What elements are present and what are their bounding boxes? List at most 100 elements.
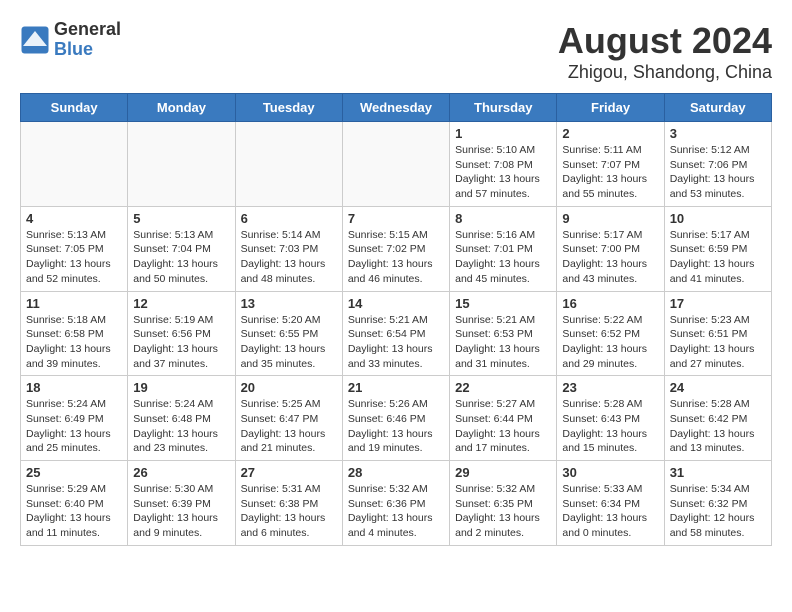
day-number: 28	[348, 465, 444, 480]
day-info: Sunrise: 5:33 AM Sunset: 6:34 PM Dayligh…	[562, 482, 658, 541]
calendar-cell: 5 Sunrise: 5:13 AM Sunset: 7:04 PM Daylig…	[128, 206, 235, 291]
day-number: 9	[562, 211, 658, 226]
day-number: 19	[133, 380, 229, 395]
day-number: 31	[670, 465, 766, 480]
calendar-cell: 24 Sunrise: 5:28 AM Sunset: 6:42 PM Dayli…	[664, 376, 771, 461]
day-number: 23	[562, 380, 658, 395]
day-number: 12	[133, 296, 229, 311]
day-info: Sunrise: 5:26 AM Sunset: 6:46 PM Dayligh…	[348, 397, 444, 456]
calendar-cell: 9 Sunrise: 5:17 AM Sunset: 7:00 PM Daylig…	[557, 206, 664, 291]
calendar-cell: 31 Sunrise: 5:34 AM Sunset: 6:32 PM Dayli…	[664, 461, 771, 546]
day-info: Sunrise: 5:10 AM Sunset: 7:08 PM Dayligh…	[455, 143, 551, 202]
calendar-cell	[342, 122, 449, 207]
calendar-cell: 30 Sunrise: 5:33 AM Sunset: 6:34 PM Dayli…	[557, 461, 664, 546]
logo-blue-text: Blue	[54, 40, 121, 60]
day-number: 13	[241, 296, 337, 311]
day-info: Sunrise: 5:25 AM Sunset: 6:47 PM Dayligh…	[241, 397, 337, 456]
day-number: 26	[133, 465, 229, 480]
calendar-cell: 7 Sunrise: 5:15 AM Sunset: 7:02 PM Daylig…	[342, 206, 449, 291]
calendar-cell: 18 Sunrise: 5:24 AM Sunset: 6:49 PM Dayli…	[21, 376, 128, 461]
day-number: 15	[455, 296, 551, 311]
day-info: Sunrise: 5:17 AM Sunset: 6:59 PM Dayligh…	[670, 228, 766, 287]
title-block: August 2024 Zhigou, Shandong, China	[558, 20, 772, 83]
day-number: 16	[562, 296, 658, 311]
weekday-header-row: SundayMondayTuesdayWednesdayThursdayFrid…	[21, 94, 772, 122]
day-info: Sunrise: 5:13 AM Sunset: 7:05 PM Dayligh…	[26, 228, 122, 287]
calendar-cell: 25Sunrise: 5:29 AM Sunset: 6:40 PM Dayli…	[21, 461, 128, 546]
calendar-title: August 2024	[558, 20, 772, 62]
day-info: Sunrise: 5:21 AM Sunset: 6:53 PM Dayligh…	[455, 313, 551, 372]
calendar-cell: 15 Sunrise: 5:21 AM Sunset: 6:53 PM Dayli…	[450, 291, 557, 376]
day-info: Sunrise: 5:23 AM Sunset: 6:51 PM Dayligh…	[670, 313, 766, 372]
calendar-cell: 13 Sunrise: 5:20 AM Sunset: 6:55 PM Dayli…	[235, 291, 342, 376]
calendar-cell: 10 Sunrise: 5:17 AM Sunset: 6:59 PM Dayli…	[664, 206, 771, 291]
day-number: 3	[670, 126, 766, 141]
day-info: Sunrise: 5:28 AM Sunset: 6:42 PM Dayligh…	[670, 397, 766, 456]
calendar-table: SundayMondayTuesdayWednesdayThursdayFrid…	[20, 93, 772, 546]
calendar-cell	[21, 122, 128, 207]
calendar-cell: 22Sunrise: 5:27 AM Sunset: 6:44 PM Dayli…	[450, 376, 557, 461]
day-info: Sunrise: 5:31 AM Sunset: 6:38 PM Dayligh…	[241, 482, 337, 541]
calendar-week-row: 25Sunrise: 5:29 AM Sunset: 6:40 PM Dayli…	[21, 461, 772, 546]
day-number: 27	[241, 465, 337, 480]
calendar-cell: 26Sunrise: 5:30 AM Sunset: 6:39 PM Dayli…	[128, 461, 235, 546]
logo-general-text: General	[54, 20, 121, 40]
calendar-cell: 21 Sunrise: 5:26 AM Sunset: 6:46 PM Dayli…	[342, 376, 449, 461]
calendar-week-row: 11 Sunrise: 5:18 AM Sunset: 6:58 PM Dayli…	[21, 291, 772, 376]
day-number: 7	[348, 211, 444, 226]
calendar-cell: 8 Sunrise: 5:16 AM Sunset: 7:01 PM Daylig…	[450, 206, 557, 291]
calendar-cell: 11 Sunrise: 5:18 AM Sunset: 6:58 PM Dayli…	[21, 291, 128, 376]
day-number: 8	[455, 211, 551, 226]
day-number: 21	[348, 380, 444, 395]
day-info: Sunrise: 5:17 AM Sunset: 7:00 PM Dayligh…	[562, 228, 658, 287]
calendar-cell: 23 Sunrise: 5:28 AM Sunset: 6:43 PM Dayli…	[557, 376, 664, 461]
calendar-cell: 28Sunrise: 5:32 AM Sunset: 6:36 PM Dayli…	[342, 461, 449, 546]
calendar-cell: 6Sunrise: 5:14 AM Sunset: 7:03 PM Daylig…	[235, 206, 342, 291]
calendar-cell: 27 Sunrise: 5:31 AM Sunset: 6:38 PM Dayli…	[235, 461, 342, 546]
day-info: Sunrise: 5:29 AM Sunset: 6:40 PM Dayligh…	[26, 482, 122, 541]
day-info: Sunrise: 5:24 AM Sunset: 6:49 PM Dayligh…	[26, 397, 122, 456]
day-number: 10	[670, 211, 766, 226]
weekday-header: Thursday	[450, 94, 557, 122]
day-number: 5	[133, 211, 229, 226]
day-info: Sunrise: 5:22 AM Sunset: 6:52 PM Dayligh…	[562, 313, 658, 372]
day-number: 30	[562, 465, 658, 480]
day-info: Sunrise: 5:34 AM Sunset: 6:32 PM Dayligh…	[670, 482, 766, 541]
day-info: Sunrise: 5:19 AM Sunset: 6:56 PM Dayligh…	[133, 313, 229, 372]
day-info: Sunrise: 5:11 AM Sunset: 7:07 PM Dayligh…	[562, 143, 658, 202]
day-number: 2	[562, 126, 658, 141]
day-info: Sunrise: 5:14 AM Sunset: 7:03 PM Dayligh…	[241, 228, 337, 287]
day-info: Sunrise: 5:27 AM Sunset: 6:44 PM Dayligh…	[455, 397, 551, 456]
day-number: 11	[26, 296, 122, 311]
calendar-cell: 17Sunrise: 5:23 AM Sunset: 6:51 PM Dayli…	[664, 291, 771, 376]
day-info: Sunrise: 5:13 AM Sunset: 7:04 PM Dayligh…	[133, 228, 229, 287]
calendar-week-row: 4Sunrise: 5:13 AM Sunset: 7:05 PM Daylig…	[21, 206, 772, 291]
day-number: 18	[26, 380, 122, 395]
weekday-header: Sunday	[21, 94, 128, 122]
calendar-cell: 2 Sunrise: 5:11 AM Sunset: 7:07 PM Daylig…	[557, 122, 664, 207]
calendar-cell: 16 Sunrise: 5:22 AM Sunset: 6:52 PM Dayli…	[557, 291, 664, 376]
day-info: Sunrise: 5:21 AM Sunset: 6:54 PM Dayligh…	[348, 313, 444, 372]
day-info: Sunrise: 5:18 AM Sunset: 6:58 PM Dayligh…	[26, 313, 122, 372]
calendar-week-row: 18 Sunrise: 5:24 AM Sunset: 6:49 PM Dayli…	[21, 376, 772, 461]
logo-icon	[20, 25, 50, 55]
day-number: 20	[241, 380, 337, 395]
day-number: 29	[455, 465, 551, 480]
day-number: 24	[670, 380, 766, 395]
day-info: Sunrise: 5:15 AM Sunset: 7:02 PM Dayligh…	[348, 228, 444, 287]
calendar-subtitle: Zhigou, Shandong, China	[558, 62, 772, 83]
day-info: Sunrise: 5:28 AM Sunset: 6:43 PM Dayligh…	[562, 397, 658, 456]
calendar-cell: 4Sunrise: 5:13 AM Sunset: 7:05 PM Daylig…	[21, 206, 128, 291]
day-number: 1	[455, 126, 551, 141]
weekday-header: Wednesday	[342, 94, 449, 122]
day-info: Sunrise: 5:16 AM Sunset: 7:01 PM Dayligh…	[455, 228, 551, 287]
calendar-cell: 14Sunrise: 5:21 AM Sunset: 6:54 PM Dayli…	[342, 291, 449, 376]
day-info: Sunrise: 5:12 AM Sunset: 7:06 PM Dayligh…	[670, 143, 766, 202]
calendar-cell: 12 Sunrise: 5:19 AM Sunset: 6:56 PM Dayli…	[128, 291, 235, 376]
logo: General Blue	[20, 20, 121, 60]
weekday-header: Friday	[557, 94, 664, 122]
day-info: Sunrise: 5:24 AM Sunset: 6:48 PM Dayligh…	[133, 397, 229, 456]
day-info: Sunrise: 5:32 AM Sunset: 6:35 PM Dayligh…	[455, 482, 551, 541]
day-info: Sunrise: 5:20 AM Sunset: 6:55 PM Dayligh…	[241, 313, 337, 372]
weekday-header: Monday	[128, 94, 235, 122]
